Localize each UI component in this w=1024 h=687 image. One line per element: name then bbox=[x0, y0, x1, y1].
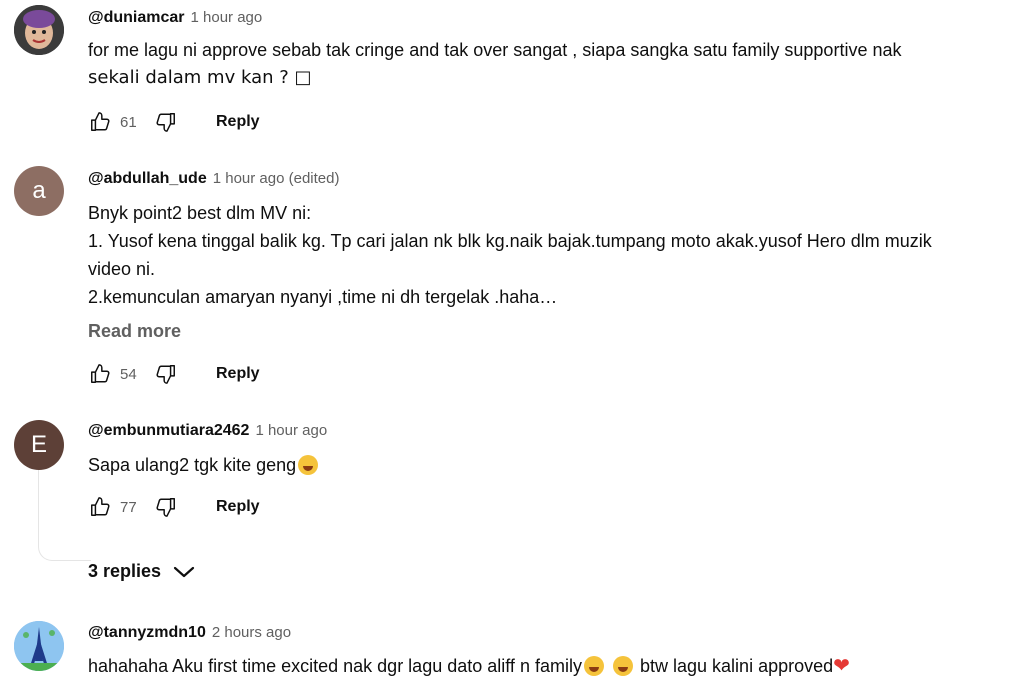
thumbs-up-icon bbox=[91, 497, 110, 516]
like-count: 61 bbox=[120, 113, 137, 131]
like-button[interactable] bbox=[88, 362, 112, 386]
laughing-emoji-icon bbox=[612, 656, 633, 676]
comment-author[interactable]: @embunmutiara2462 bbox=[88, 422, 249, 439]
comment-line: Bnyk point2 best dlm MV ni: bbox=[88, 203, 312, 223]
comment-line: btw lagu kalini approved bbox=[640, 656, 834, 676]
comment-line: 2.kemunculan amaryan nyanyi ,time ni dh … bbox=[88, 287, 558, 307]
avatar-letter: a bbox=[32, 177, 46, 204]
comment-actions: 77 Reply bbox=[88, 494, 260, 520]
thread-connector-line bbox=[38, 470, 91, 561]
comment-line: sekali dalam mv kan ? □ bbox=[88, 67, 312, 88]
laughing-emoji-icon bbox=[583, 656, 604, 676]
dislike-button[interactable] bbox=[154, 495, 178, 519]
comment-actions: 54 Reply bbox=[88, 361, 260, 387]
like-count: 54 bbox=[120, 365, 137, 383]
user-photo-avatar-icon bbox=[14, 5, 64, 55]
comment-line: hahahaha Aku first time excited nak dgr … bbox=[88, 656, 582, 676]
comment-header: @duniamcar 1 hour ago bbox=[88, 9, 262, 27]
avatar-letter: E bbox=[30, 431, 47, 458]
comment-line: video ni. bbox=[88, 259, 156, 279]
red-heart-icon: ❤ bbox=[833, 655, 850, 677]
comment-time[interactable]: 1 hour ago bbox=[255, 422, 327, 439]
reply-button[interactable]: Reply bbox=[216, 365, 260, 383]
comment-line: for me lagu ni approve sebab tak cringe … bbox=[88, 40, 902, 60]
view-replies-button[interactable]: 3 replies bbox=[88, 561, 195, 582]
comment-text: hahahaha Aku first time excited nak dgr … bbox=[88, 652, 1018, 680]
dislike-button[interactable] bbox=[154, 110, 178, 134]
comment-time[interactable]: 1 hour ago bbox=[191, 9, 263, 26]
comment-time[interactable]: 2 hours ago bbox=[212, 624, 291, 641]
thumbs-up-icon bbox=[91, 364, 110, 383]
thumbs-down-icon bbox=[156, 365, 175, 384]
like-button[interactable] bbox=[88, 110, 112, 134]
comment-author[interactable]: @abdullah_ude bbox=[88, 170, 207, 187]
reply-button[interactable]: Reply bbox=[216, 113, 260, 131]
reply-button[interactable]: Reply bbox=[216, 498, 260, 516]
laughing-emoji-icon bbox=[298, 455, 319, 475]
avatar[interactable] bbox=[14, 5, 64, 55]
comment-text: Sapa ulang2 tgk kite geng bbox=[88, 451, 1018, 479]
comment-line: 1. Yusof kena tinggal balik kg. Tp cari … bbox=[88, 231, 932, 251]
like-count: 77 bbox=[120, 498, 137, 516]
avatar[interactable] bbox=[14, 621, 64, 671]
comment-time[interactable]: 1 hour ago (edited) bbox=[213, 170, 340, 187]
comment-author[interactable]: @tannyzmdn10 bbox=[88, 624, 206, 641]
avatar[interactable]: E bbox=[14, 420, 64, 470]
thumbs-down-icon bbox=[156, 113, 175, 132]
read-more-link[interactable]: Read more bbox=[88, 321, 181, 342]
comment-text: Bnyk point2 best dlm MV ni: 1. Yusof ken… bbox=[88, 199, 1018, 311]
comment-actions: 61 Reply bbox=[88, 109, 260, 135]
chevron-down-icon bbox=[173, 566, 195, 577]
comment-header: @abdullah_ude 1 hour ago (edited) bbox=[88, 170, 340, 188]
comment-text: for me lagu ni approve sebab tak cringe … bbox=[88, 36, 1018, 92]
thumbs-down-icon bbox=[156, 498, 175, 517]
replies-count-label: 3 replies bbox=[88, 561, 162, 581]
comment-header: @embunmutiara2462 1 hour ago bbox=[88, 422, 327, 440]
comment-header: @tannyzmdn10 2 hours ago bbox=[88, 624, 291, 642]
dislike-button[interactable] bbox=[154, 362, 178, 386]
like-button[interactable] bbox=[88, 495, 112, 519]
avatar[interactable]: a bbox=[14, 166, 64, 216]
thumbs-up-icon bbox=[91, 112, 110, 131]
eiffel-tower-avatar-icon bbox=[14, 621, 64, 671]
comment-author[interactable]: @duniamcar bbox=[88, 9, 185, 26]
comment-line: Sapa ulang2 tgk kite geng bbox=[88, 455, 297, 475]
